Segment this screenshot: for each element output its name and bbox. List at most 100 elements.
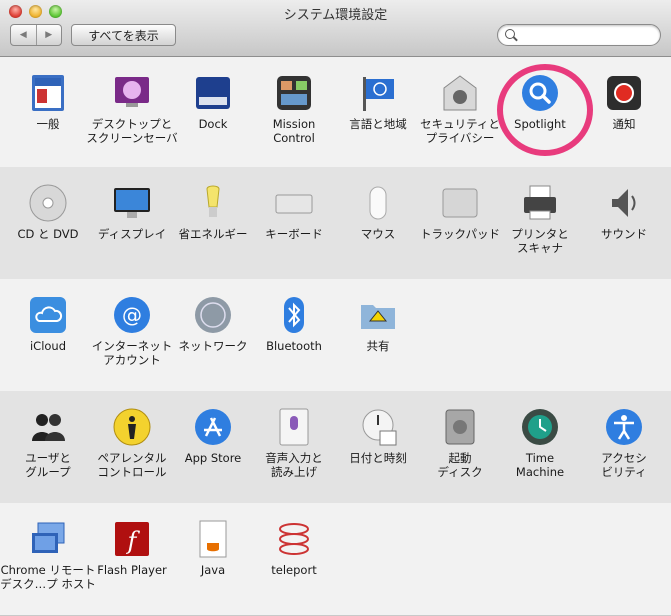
preference-pane-parental-controls[interactable]: ペアレンタル コントロール xyxy=(90,407,174,487)
back-forward-control: ◀ ▶ xyxy=(10,24,62,46)
preference-pane-teleport[interactable]: teleport xyxy=(252,519,336,599)
preference-pane-mouse[interactable]: マウス xyxy=(336,183,420,263)
preference-pane-app-store[interactable]: App Store xyxy=(171,407,255,487)
preference-pane-accessibility[interactable]: アクセシ ビリティ xyxy=(582,407,666,487)
icloud-icon xyxy=(28,295,68,335)
system-preferences-window: システム環境設定 ◀ ▶ すべてを表示 一般 デスクトップと スクリーンセーバ Do… xyxy=(0,0,671,616)
bluetooth-icon xyxy=(274,295,314,335)
search-input[interactable] xyxy=(520,27,654,44)
pane-label: teleport xyxy=(271,563,317,577)
preference-pane-dock[interactable]: Dock xyxy=(171,73,255,153)
preference-pane-sound[interactable]: サウンド xyxy=(582,183,666,263)
search-field[interactable] xyxy=(497,24,661,46)
pane-row: Chrome リモート デスク…プ ホスト f Flash Player Java te… xyxy=(0,503,671,616)
pane-label: サウンド xyxy=(601,227,647,241)
flash-player-icon: f xyxy=(112,519,152,559)
preference-pane-energy-saver[interactable]: 省エネルギー xyxy=(171,183,255,263)
pane-label: 通知 xyxy=(612,117,636,131)
security-privacy-icon xyxy=(440,73,480,113)
pane-label: iCloud xyxy=(29,339,67,353)
pane-label: Chrome リモート デスク…プ ホスト xyxy=(0,563,96,591)
pane-row: iCloud @ インターネット アカウント ネットワーク Bluetooth 共有 xyxy=(0,279,671,392)
general-icon xyxy=(28,73,68,113)
chevron-left-icon: ◀ xyxy=(19,30,27,40)
trackpad-icon xyxy=(440,183,480,223)
preference-pane-general[interactable]: 一般 xyxy=(6,73,90,153)
language-region-icon xyxy=(358,73,398,113)
preference-pane-network[interactable]: ネットワーク xyxy=(171,295,255,375)
search-icon xyxy=(505,29,515,39)
pane-label: Mission Control xyxy=(272,117,316,145)
pane-label: Spotlight xyxy=(514,117,566,131)
preference-pane-cd-dvd[interactable]: CD と DVD xyxy=(6,183,90,263)
parental-controls-icon xyxy=(112,407,152,447)
back-button[interactable]: ◀ xyxy=(11,25,36,45)
preference-pane-icloud[interactable]: iCloud xyxy=(6,295,90,375)
accessibility-icon xyxy=(604,407,644,447)
keyboard-icon xyxy=(274,183,314,223)
chrome-remote-desktop-icon xyxy=(28,519,68,559)
sound-icon xyxy=(604,183,644,223)
pane-row: 一般 デスクトップと スクリーンセーバ Dock Mission Control 言語と… xyxy=(0,57,671,168)
dock-icon xyxy=(193,73,233,113)
mission-control-icon xyxy=(274,73,314,113)
pane-label: アクセシ ビリティ xyxy=(601,451,647,479)
pane-label: プリンタと スキャナ xyxy=(511,227,569,255)
svg-text:@: @ xyxy=(122,303,142,327)
notifications-icon xyxy=(604,73,644,113)
preference-pane-internet-accounts[interactable]: @ インターネット アカウント xyxy=(90,295,174,375)
pane-label: 共有 xyxy=(366,339,390,353)
pane-row: ユーザと グループ ペアレンタル コントロール App Store 音声入力と 読み上… xyxy=(0,391,671,504)
preference-pane-bluetooth[interactable]: Bluetooth xyxy=(252,295,336,375)
pane-label: Time Machine xyxy=(515,451,565,479)
dictation-speech-icon xyxy=(274,407,314,447)
preference-pane-date-time[interactable]: 日付と時刻 xyxy=(336,407,420,487)
mouse-icon xyxy=(358,183,398,223)
date-time-icon xyxy=(358,407,398,447)
chevron-right-icon: ▶ xyxy=(45,30,53,40)
network-icon xyxy=(193,295,233,335)
preference-pane-security-privacy[interactable]: セキュリティと プライバシー xyxy=(418,73,502,153)
pane-label: CD と DVD xyxy=(17,227,79,241)
preference-pane-java[interactable]: Java xyxy=(171,519,255,599)
window-title: システム環境設定 xyxy=(283,8,388,23)
preference-pane-mission-control[interactable]: Mission Control xyxy=(252,73,336,153)
startup-disk-icon xyxy=(440,407,480,447)
time-machine-icon xyxy=(520,407,560,447)
forward-button[interactable]: ▶ xyxy=(35,25,62,45)
internet-accounts-icon: @ xyxy=(112,295,152,335)
displays-icon xyxy=(112,183,152,223)
cd-dvd-icon xyxy=(28,183,68,223)
preference-pane-printer-scanner[interactable]: プリンタと スキャナ xyxy=(498,183,582,263)
teleport-icon xyxy=(274,519,314,559)
preference-pane-flash-player[interactable]: f Flash Player xyxy=(90,519,174,599)
preference-pane-users-groups[interactable]: ユーザと グループ xyxy=(6,407,90,487)
preference-pane-startup-disk[interactable]: 起動 ディスク xyxy=(418,407,502,487)
desktop-screensaver-icon xyxy=(112,73,152,113)
preference-pane-time-machine[interactable]: Time Machine xyxy=(498,407,582,487)
energy-saver-icon xyxy=(193,183,233,223)
preference-pane-dictation-speech[interactable]: 音声入力と 読み上げ xyxy=(252,407,336,487)
preference-pane-sharing[interactable]: 共有 xyxy=(336,295,420,375)
show-all-button[interactable]: すべてを表示 xyxy=(71,24,176,46)
pane-label: 一般 xyxy=(36,117,60,131)
app-store-icon xyxy=(193,407,233,447)
pane-label: Bluetooth xyxy=(266,339,322,353)
preference-pane-desktop-screensaver[interactable]: デスクトップと スクリーンセーバ xyxy=(86,73,178,153)
preference-pane-trackpad[interactable]: トラックパッド xyxy=(418,183,502,263)
titlebar: システム環境設定 ◀ ▶ すべてを表示 xyxy=(0,0,671,57)
pane-row: CD と DVD ディスプレイ 省エネルギー キーボード マウス トラックパッド プリンタと… xyxy=(0,167,671,280)
printer-scanner-icon xyxy=(520,183,560,223)
sharing-icon xyxy=(358,295,398,335)
preference-pane-notifications[interactable]: 通知 xyxy=(582,73,666,153)
java-icon xyxy=(193,519,233,559)
preference-pane-keyboard[interactable]: キーボード xyxy=(252,183,336,263)
pane-label: キーボード xyxy=(265,227,323,241)
preference-pane-chrome-remote-desktop[interactable]: Chrome リモート デスク…プ ホスト xyxy=(0,519,96,599)
spotlight-icon xyxy=(520,73,560,113)
pane-label: 音声入力と 読み上げ xyxy=(265,451,323,479)
preference-pane-language-region[interactable]: 言語と地域 xyxy=(336,73,420,153)
preference-pane-spotlight[interactable]: Spotlight xyxy=(498,73,582,153)
pane-label: ユーザと グループ xyxy=(25,451,71,479)
preference-pane-displays[interactable]: ディスプレイ xyxy=(90,183,174,263)
